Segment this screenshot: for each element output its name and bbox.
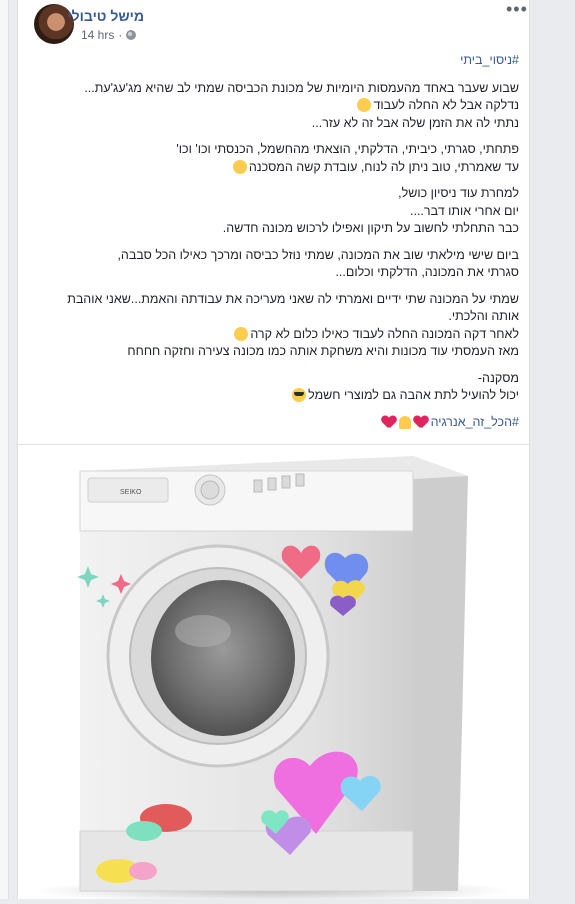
washing-machine-illustration: SEIKO <box>18 446 529 903</box>
meta-separator: · <box>118 28 123 42</box>
hashtag-top[interactable]: #ניסוי_ביתי <box>29 52 519 70</box>
paragraph-line: שבוע שעבר באחד מהעמסות היומיות של מכונת … <box>84 80 519 95</box>
folded-hands-icon <box>398 415 411 429</box>
post-timestamp[interactable]: 14 hrs <box>81 28 114 42</box>
panel-button <box>253 479 263 493</box>
paragraph-line: למחרת עוד ניסיון כושל, <box>398 186 519 200</box>
brand-label: SEIKO <box>120 489 142 496</box>
paragraph-line: יכול להועיל לתת אהבה גם למוצרי חשמל <box>308 388 519 402</box>
laughing-face-icon <box>232 159 247 174</box>
paragraph-line: עד שאמרתי, טוב ניתן לה לנוח, עובדת קשה ה… <box>248 159 519 174</box>
paragraph-line: לאחר דקה המכונה החלה לעבוד כאילו כלום לא… <box>250 326 519 341</box>
paragraph-line: סגרתי את המכונה, הדלקתי וכלום... <box>335 265 519 279</box>
paragraph-line: כבר התחלתי לחשוב על תיקון ואפילו לרכוש מ… <box>222 221 519 235</box>
post-image[interactable]: SEIKO <box>18 446 529 903</box>
page-left-edge <box>0 0 9 899</box>
red-heart-icon <box>382 416 396 429</box>
paragraph-line: ביום שישי מילאתי שוב את המכונה, שמתי נוז… <box>117 247 519 262</box>
winking-face-icon <box>234 326 249 341</box>
paragraph-line: יום אחרי אותו דבר.... <box>410 203 519 218</box>
paragraph-4: ביום שישי מילאתי שוב את המכונה, שמתי נוז… <box>29 247 519 282</box>
hashtag-bottom[interactable]: #הכל_זה_אנרגיה <box>431 414 519 432</box>
post-header: מישל טיבולי 14 hrs · ••• <box>18 0 529 50</box>
door-glass <box>151 580 295 736</box>
paragraph-line: נתתי לה את הזמן שלה אבל זה לא עזר... <box>311 115 519 130</box>
red-heart-icon <box>414 416 428 429</box>
panel-button <box>281 475 291 489</box>
footer-tags: #הכל_זה_אנרגיה <box>29 414 519 432</box>
paragraph-2: פתחתי, סגרתי, כיביתי, הדלקתי, הוצאתי מהח… <box>29 141 519 176</box>
author-name[interactable]: מישל טיבולי <box>67 8 144 24</box>
facebook-post-card: מישל טיבולי 14 hrs · ••• #ניסוי_ביתי שבו… <box>17 0 530 903</box>
divider <box>18 444 529 445</box>
paragraph-3: למחרת עוד ניסיון כושל, יום אחרי אותו דבר… <box>29 185 519 238</box>
panel-button <box>267 477 277 491</box>
globe-icon[interactable] <box>126 30 137 40</box>
paragraph-line: מסקנה- <box>477 370 519 385</box>
pink-lips-icon <box>129 862 157 880</box>
mint-lips-icon <box>126 821 162 841</box>
panel-button <box>295 473 305 487</box>
post-meta: 14 hrs · <box>81 28 137 42</box>
paragraph-line: מאז העמסתי עוד מכונות והיא משחקת אותה כמ… <box>127 344 519 358</box>
post-body: #ניסוי_ביתי שבוע שעבר באחד מהעמסות היומי… <box>29 52 519 431</box>
paragraph-6: מסקנה- יכול להועיל לתת אהבה גם למוצרי חש… <box>29 370 519 405</box>
more-options-button[interactable]: ••• <box>506 0 527 20</box>
paragraph-line: אותה והלכתי. <box>448 309 519 323</box>
paragraph-line: שמתי על המכונה שתי ידיים ואמרתי לה שאני … <box>67 291 519 306</box>
paragraph-line: נדלקה אבל לא החלה לעבוד <box>373 98 519 112</box>
sunglasses-face-icon <box>292 388 307 402</box>
thinking-face-icon <box>357 98 372 112</box>
paragraph-5: שמתי על המכונה שתי ידיים ואמרתי לה שאני … <box>29 291 519 361</box>
paragraph-1: שבוע שעבר באחד מהעמסות היומיות של מכונת … <box>29 80 519 133</box>
paragraph-line: פתחתי, סגרתי, כיביתי, הדלקתי, הוצאתי מהח… <box>176 142 519 156</box>
